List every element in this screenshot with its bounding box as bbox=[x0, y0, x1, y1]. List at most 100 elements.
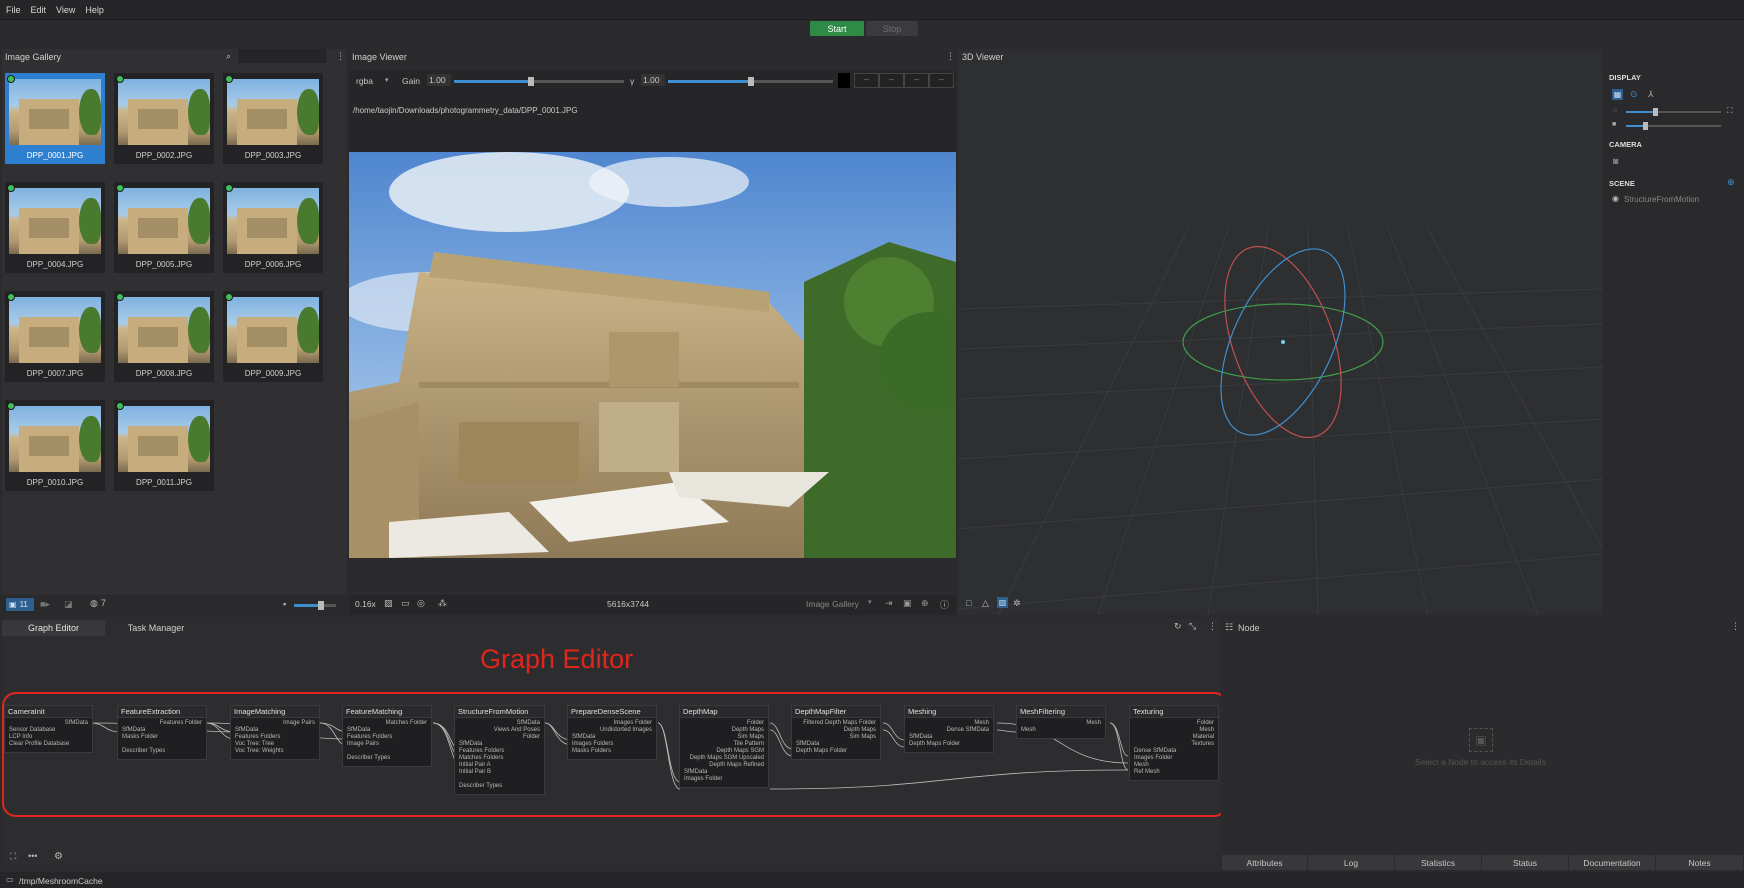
graph-node[interactable]: StructureFromMotion SfMData Views And Pose… bbox=[454, 705, 545, 795]
gizmo-icon[interactable]: ⊙ bbox=[1630, 89, 1638, 100]
axis-icon[interactable]: ⅄ bbox=[1648, 89, 1654, 100]
gallery-thumbnail[interactable]: DPP_0006.JPG bbox=[223, 182, 323, 273]
graph-node[interactable]: MeshFiltering Mesh Mesh bbox=[1016, 705, 1106, 739]
cache-path[interactable]: /tmp/MeshroomCache bbox=[19, 876, 103, 886]
chevron-down-icon[interactable]: ▾ bbox=[385, 76, 389, 84]
node-input[interactable]: Describer Types bbox=[118, 748, 206, 755]
node-input[interactable]: Initial Pair B bbox=[455, 769, 544, 776]
node-input[interactable]: SfMData bbox=[231, 727, 319, 734]
graph-node[interactable]: CameraInit SfMData Sensor Database LCP Info… bbox=[4, 705, 93, 753]
node-input[interactable]: SfMData bbox=[568, 734, 656, 741]
node-output[interactable]: Tile Pattern bbox=[680, 741, 768, 748]
graph-node[interactable]: Meshing Mesh Dense SfMData SfMData Depth Map… bbox=[904, 705, 994, 753]
node-output[interactable]: SfMData bbox=[5, 720, 92, 727]
tab-documentation[interactable]: Documentation bbox=[1569, 855, 1656, 870]
channel-select[interactable]: rgba bbox=[356, 76, 373, 86]
fisheye-icon[interactable]: ◎ bbox=[417, 598, 425, 609]
node-output[interactable]: Features Folder bbox=[118, 720, 206, 727]
fullscreen-icon[interactable]: ⛶ bbox=[10, 851, 16, 862]
thumbnail-size-slider[interactable] bbox=[294, 601, 336, 610]
gallery-thumbnail[interactable]: DPP_0003.JPG bbox=[223, 73, 323, 164]
gallery-thumbnail[interactable]: DPP_0011.JPG bbox=[114, 400, 214, 491]
node-input[interactable]: SfMData bbox=[118, 727, 206, 734]
stop-button[interactable]: Stop bbox=[866, 21, 918, 36]
gamma-input[interactable]: 1.00 bbox=[641, 74, 665, 86]
gallery-thumbnail[interactable]: DPP_0002.JPG bbox=[114, 73, 214, 164]
node-input[interactable]: Voc Tree: Tree bbox=[231, 741, 319, 748]
add-media-icon[interactable]: ⊕ bbox=[1727, 177, 1735, 188]
node-panel-menu-icon[interactable]: ⋮ bbox=[1731, 621, 1740, 632]
grid-icon[interactable]: ▦ bbox=[1612, 89, 1623, 100]
gallery-thumbnail[interactable]: DPP_0004.JPG bbox=[5, 182, 105, 273]
tab-graph-editor[interactable]: Graph Editor bbox=[2, 620, 105, 636]
checkerboard-icon[interactable]: ▨ bbox=[384, 598, 393, 609]
node-input[interactable]: Masks Folder bbox=[118, 734, 206, 741]
graph-node[interactable]: ImageMatching Image Pairs SfMData Features … bbox=[230, 705, 320, 760]
visibility-eye-icon[interactable]: ◉ bbox=[1612, 194, 1619, 203]
node-output[interactable]: Folder bbox=[680, 720, 768, 727]
settings-icon[interactable]: ✲ bbox=[1013, 598, 1021, 609]
no-camera-icon[interactable]: ◪ bbox=[64, 599, 73, 610]
node-output[interactable]: Depth Maps SGM bbox=[680, 748, 768, 755]
node-output[interactable]: Sim Maps bbox=[680, 734, 768, 741]
gallery-thumbnail[interactable]: DPP_0005.JPG bbox=[114, 182, 214, 273]
fixed-size-icon[interactable]: ⛶ bbox=[1727, 106, 1733, 116]
node-input[interactable]: Features Folders bbox=[343, 734, 431, 741]
node-input[interactable]: LCP Info bbox=[5, 734, 92, 741]
node-input[interactable]: Matches Folders bbox=[455, 755, 544, 762]
menu-help[interactable]: Help bbox=[85, 5, 104, 15]
node-output[interactable]: Material bbox=[1130, 734, 1218, 741]
node-input[interactable]: Describer Types bbox=[343, 755, 431, 762]
viewer-menu-icon[interactable]: ⋮ bbox=[946, 51, 955, 62]
node-input[interactable]: Features Folders bbox=[455, 748, 544, 755]
frame-icon[interactable]: □ bbox=[966, 598, 971, 608]
graph-node[interactable]: FeatureExtraction Features Folder SfMData M… bbox=[117, 705, 207, 760]
gallery-thumbnail[interactable]: DPP_0008.JPG bbox=[114, 291, 214, 382]
gallery-thumbnail[interactable]: DPP_0007.JPG bbox=[5, 291, 105, 382]
globe-icon[interactable]: ⊕ bbox=[921, 598, 929, 609]
node-output[interactable]: Mesh bbox=[905, 720, 993, 727]
menu-view[interactable]: View bbox=[56, 5, 75, 15]
node-output[interactable]: Views And Poses bbox=[455, 727, 544, 734]
gamma-slider[interactable] bbox=[668, 77, 833, 86]
gain-input[interactable]: 1.00 bbox=[427, 74, 451, 86]
gallery-thumbnail[interactable]: DPP_0009.JPG bbox=[223, 291, 323, 382]
graph-node[interactable]: Texturing Folder Mesh Material Textures Dense… bbox=[1129, 705, 1219, 781]
gallery-search-input[interactable] bbox=[238, 49, 326, 63]
node-input[interactable]: Features Folders bbox=[231, 734, 319, 741]
more-vertical-icon[interactable]: ⋮ bbox=[336, 51, 345, 62]
folder-icon[interactable]: ▭ bbox=[6, 875, 14, 884]
node-input[interactable]: Dense SfMData bbox=[1130, 748, 1218, 755]
node-output[interactable]: Textures bbox=[1130, 741, 1218, 748]
node-output[interactable]: Mesh bbox=[1017, 720, 1105, 727]
gear-icon[interactable]: ⚙ bbox=[54, 851, 63, 862]
camera-scale-handle[interactable] bbox=[1643, 122, 1648, 130]
tab-log[interactable]: Log bbox=[1308, 855, 1395, 870]
node-output[interactable]: Depth Maps bbox=[680, 727, 768, 734]
scene-item-sfm[interactable]: StructureFromMotion bbox=[1624, 195, 1699, 204]
tab-statistics[interactable]: Statistics bbox=[1395, 855, 1482, 870]
node-input[interactable]: Ref Mesh bbox=[1130, 769, 1218, 776]
node-input[interactable]: Describer Types bbox=[455, 783, 544, 790]
point-size-slider[interactable] bbox=[1626, 108, 1721, 116]
fit-icon[interactable]: ⤡ bbox=[1189, 621, 1196, 632]
node-output[interactable]: SfMData bbox=[455, 720, 544, 727]
menu-file[interactable]: File bbox=[6, 5, 21, 15]
node-input[interactable]: Mesh bbox=[1017, 727, 1105, 734]
node-output[interactable]: Undistorted Images bbox=[568, 727, 656, 734]
node-input[interactable]: Masks Folders bbox=[568, 748, 656, 755]
node-output[interactable]: Depth Maps bbox=[792, 727, 880, 734]
node-output[interactable]: Images Folder bbox=[568, 720, 656, 727]
graph-menu-icon[interactable]: ⋮ bbox=[1208, 621, 1217, 632]
gain-slider-handle[interactable] bbox=[527, 77, 534, 86]
viewer-source[interactable]: Image Gallery bbox=[806, 599, 859, 609]
node-output[interactable]: Sim Maps bbox=[792, 734, 880, 741]
node-input[interactable]: Clear Profile Database bbox=[5, 741, 92, 748]
intrinsics-filter[interactable]: ◍ 7 bbox=[90, 598, 106, 609]
node-input[interactable]: Sensor Database bbox=[5, 727, 92, 734]
start-button[interactable]: Start bbox=[810, 21, 864, 36]
info-icon[interactable]: ⓘ bbox=[940, 598, 949, 611]
features-icon[interactable]: ⁂ bbox=[438, 598, 447, 609]
graph-node[interactable]: PrepareDenseScene Images Folder Undistorte… bbox=[567, 705, 657, 760]
gallery-thumbnail[interactable]: DPP_0001.JPG bbox=[5, 73, 105, 164]
